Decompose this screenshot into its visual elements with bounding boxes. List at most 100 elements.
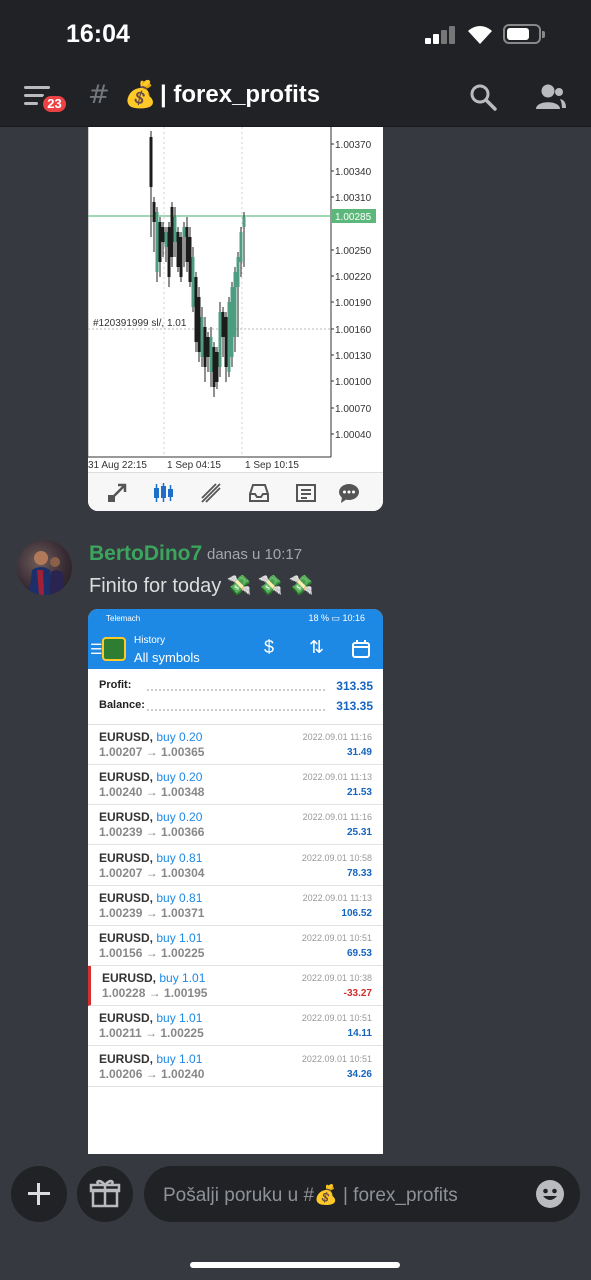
trade-row[interactable]: EURUSD, buy 0.20 1.00240 → 1.00348 2022.09… bbox=[88, 765, 383, 806]
trade-side: buy 0.20 bbox=[156, 770, 203, 785]
candle-body bbox=[227, 302, 231, 372]
price-axis-label: 1.00250 bbox=[335, 246, 372, 257]
chat-icon[interactable] bbox=[338, 482, 360, 504]
channel-hash-icon: # bbox=[88, 80, 110, 110]
trade-row[interactable]: EURUSD, buy 0.81 1.00239 → 1.00371 2022.09… bbox=[88, 886, 383, 926]
trade-symbol-name: EURUSD, bbox=[99, 890, 154, 905]
status-bar: 16:04 bbox=[0, 0, 591, 70]
candle-body bbox=[167, 227, 171, 277]
candle-body bbox=[242, 217, 246, 227]
members-icon[interactable] bbox=[533, 82, 567, 112]
profit-value: 313.35 bbox=[336, 679, 373, 693]
trade-time: 2022.09.01 10:58 bbox=[301, 852, 372, 863]
carrier-label: Telemach bbox=[106, 614, 141, 623]
trade-side: buy 0.81 bbox=[156, 850, 203, 865]
trade-symbol: EURUSD, buy 1.01 bbox=[102, 971, 205, 985]
trade-row[interactable]: EURUSD, buy 1.01 1.00156 → 1.00225 2022.09… bbox=[88, 926, 383, 966]
message-text: Finito for today 💸💸💸 bbox=[89, 573, 320, 598]
trade-symbol-name: EURUSD, bbox=[99, 730, 154, 744]
trade-time: 2022.09.01 11:16 bbox=[302, 812, 372, 823]
history-attachment[interactable]: Telemach 18 % ▭ 10:16 ☰ History All symb… bbox=[88, 609, 383, 1154]
candle-body bbox=[158, 222, 162, 262]
trade-prices: 1.00239 → 1.00366 bbox=[99, 825, 205, 840]
candle-body bbox=[200, 317, 204, 357]
metatrader-logo bbox=[102, 637, 126, 661]
trade-row[interactable]: EURUSD, buy 0.20 1.00207 → 1.00365 2022.09… bbox=[88, 725, 383, 765]
candle-body bbox=[239, 232, 243, 262]
trade-prices: 1.00206 → 1.00240 bbox=[99, 1066, 205, 1081]
candle-body bbox=[176, 232, 180, 267]
trade-symbol: EURUSD, buy 0.20 bbox=[99, 810, 202, 824]
trade-prices: 1.00239 → 1.00371 bbox=[99, 905, 205, 920]
history-status-bar: Telemach 18 % ▭ 10:16 bbox=[88, 609, 383, 629]
trade-prices: 1.00207 → 1.00304 bbox=[99, 865, 205, 880]
trade-time: 2022.09.01 10:51 bbox=[301, 933, 372, 943]
notification-badge: 23 bbox=[40, 93, 69, 115]
gift-button[interactable] bbox=[77, 1166, 133, 1222]
trade-icon[interactable] bbox=[106, 482, 128, 504]
candle-body bbox=[155, 212, 159, 272]
trade-pnl: -33.27 bbox=[343, 988, 372, 1000]
trade-side: buy 0.81 bbox=[156, 890, 203, 905]
trade-side: buy 1.01 bbox=[156, 1051, 203, 1066]
home-indicator[interactable] bbox=[190, 1262, 400, 1268]
trade-pnl: 31.49 bbox=[346, 747, 372, 758]
chart-toolbar bbox=[88, 472, 383, 511]
trade-pnl: 106.52 bbox=[341, 907, 372, 919]
balance-row: Balance: 313.35 bbox=[99, 699, 373, 715]
inbox-icon[interactable] bbox=[248, 482, 270, 504]
trade-prices: 1.00240 → 1.00348 bbox=[99, 785, 205, 800]
trade-pnl: 78.33 bbox=[346, 867, 372, 879]
objects-icon[interactable] bbox=[200, 482, 222, 504]
balance-label: Balance: bbox=[99, 699, 145, 711]
history-status-right: 18 % ▭ 10:16 bbox=[308, 613, 365, 623]
trade-symbol-name: EURUSD, bbox=[99, 931, 154, 945]
chart-type-icon[interactable] bbox=[152, 482, 174, 504]
trade-symbol-name: EURUSD, bbox=[99, 810, 154, 825]
candle-body bbox=[182, 227, 186, 237]
candle-body bbox=[173, 217, 177, 242]
gift-icon bbox=[89, 1179, 121, 1208]
channel-title[interactable]: | forex_profits bbox=[160, 81, 320, 109]
money-bag-emoji: 💰 bbox=[124, 80, 157, 110]
trade-symbol-name: EURUSD, bbox=[99, 850, 154, 865]
trade-symbol-name: EURUSD, bbox=[99, 770, 154, 785]
candle-body bbox=[233, 272, 237, 337]
avatar[interactable] bbox=[17, 540, 72, 595]
trade-row[interactable]: EURUSD, buy 0.81 1.00207 → 1.00304 2022.09… bbox=[88, 846, 383, 886]
message-author[interactable]: BertoDino7 bbox=[89, 542, 202, 566]
news-icon[interactable] bbox=[295, 482, 317, 504]
trade-time: 2022.09.01 10:51 bbox=[301, 1013, 372, 1024]
price-axis-label: 1.00340 bbox=[335, 167, 372, 178]
candle-body bbox=[194, 277, 198, 342]
trade-row[interactable]: EURUSD, buy 1.01 1.00206 → 1.00240 2022.09… bbox=[88, 1047, 383, 1087]
price-axis-label: 1.00220 bbox=[335, 272, 372, 283]
price-axis-label: 1.00130 bbox=[335, 351, 372, 362]
trade-time: 2022.09.01 10:38 bbox=[301, 973, 372, 984]
trade-symbol: EURUSD, buy 0.81 bbox=[99, 851, 202, 865]
history-summary: Profit: 313.35 Balance: 313.35 bbox=[88, 669, 383, 725]
message-timestamp: danas u 10:17 bbox=[207, 546, 303, 563]
chart-attachment[interactable]: 1.00370 1.00340 1.00310 1.00250 1.00220 1.001… bbox=[88, 127, 383, 511]
trade-row[interactable]: EURUSD, buy 1.01 1.00228 → 1.00195 2022.09… bbox=[88, 966, 383, 1007]
candle-body bbox=[185, 227, 189, 262]
message-input-placeholder: Pošalji poruku u #💰 | forex_profits bbox=[163, 1185, 458, 1206]
price-chart: 1.00370 1.00340 1.00310 1.00250 1.00220 1.001… bbox=[88, 127, 383, 472]
search-icon[interactable] bbox=[468, 82, 498, 112]
emoji-icon[interactable] bbox=[536, 1180, 564, 1208]
time-label-0: 31 Aug 22:15 bbox=[88, 460, 147, 471]
trade-row[interactable]: EURUSD, buy 1.01 1.00211 → 1.00225 2022.09… bbox=[88, 1006, 383, 1047]
trade-prices: 1.00156 → 1.00225 bbox=[99, 946, 205, 960]
trade-symbol: EURUSD, buy 0.20 bbox=[99, 770, 202, 784]
trade-side: buy 1.01 bbox=[156, 931, 203, 945]
trade-row[interactable]: EURUSD, buy 0.20 1.00239 → 1.00366 2022.09… bbox=[88, 805, 383, 846]
cellular-signal-icon bbox=[425, 26, 457, 44]
sort-icon: ⇅ bbox=[309, 637, 325, 657]
calendar-icon bbox=[352, 640, 370, 658]
message-input[interactable]: Pošalji poruku u #💰 | forex_profits bbox=[144, 1166, 580, 1222]
candle-body bbox=[221, 312, 225, 337]
battery-icon bbox=[503, 24, 545, 44]
candle-body bbox=[212, 347, 216, 387]
add-attachment-button[interactable] bbox=[11, 1166, 67, 1222]
trade-time: 2022.09.01 11:13 bbox=[302, 772, 372, 783]
